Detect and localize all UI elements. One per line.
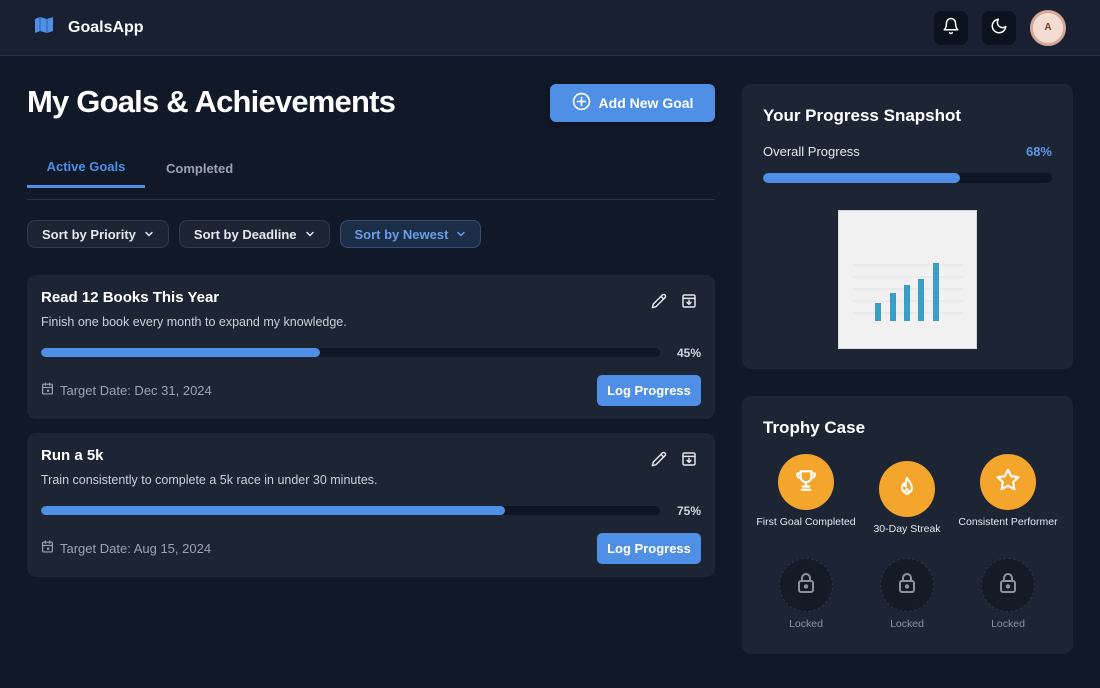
goal-target-date: Target Date: Aug 15, 2024 [41, 540, 211, 556]
chevron-down-icon [144, 227, 154, 242]
sort-by-deadline-button[interactable]: Sort by Deadline [178, 220, 330, 248]
sort-by-priority-button[interactable]: Sort by Priority [27, 220, 169, 248]
trophy-label: First Goal Completed [756, 516, 856, 528]
chevron-down-icon [456, 227, 466, 242]
trophy-label: Locked [890, 618, 924, 630]
sort-label: Sort by Deadline [193, 226, 297, 242]
overall-progress-bar [763, 173, 1052, 183]
trophy-badge [880, 558, 934, 612]
trophy-label: Locked [991, 618, 1025, 630]
lock-icon [996, 570, 1020, 601]
trophy-case-title: Trophy Case [763, 418, 866, 437]
goal-target-date: Target Date: Dec 31, 2024 [41, 382, 212, 398]
trophy-item-locked: Locked [958, 558, 1058, 632]
trophy-item-locked: Locked [756, 558, 856, 632]
goal-tabs: Active Goals Completed [27, 148, 715, 200]
calendar-icon [41, 382, 54, 398]
trophy-item[interactable]: First Goal Completed [756, 454, 856, 530]
trophy-badge [879, 461, 935, 517]
theme-toggle-button[interactable] [982, 10, 1016, 45]
goal-card: Run a 5k Train consistently to complete … [27, 433, 715, 577]
bell-icon [942, 17, 960, 38]
pencil-icon[interactable] [651, 451, 667, 472]
goal-progress-fill [41, 506, 506, 515]
top-bar: GoalsApp A [0, 0, 1100, 56]
flame-icon [895, 474, 919, 505]
archive-icon[interactable] [681, 451, 697, 472]
avatar[interactable]: A [1030, 9, 1066, 46]
sort-label: Sort by Priority [42, 226, 136, 242]
lock-icon [895, 570, 919, 601]
avatar-initial: A [1044, 22, 1052, 33]
star-icon [995, 467, 1021, 498]
trophy-item[interactable]: 30-Day Streak [857, 461, 957, 537]
bar-chart-icon [838, 210, 977, 349]
log-progress-button[interactable]: Log Progress [597, 533, 701, 564]
add-new-goal-label: Add New Goal [598, 95, 694, 111]
calendar-icon [41, 540, 54, 556]
pencil-icon[interactable] [651, 293, 667, 314]
tab-active-goals[interactable]: Active Goals [27, 148, 145, 188]
goal-progress-bar [41, 506, 660, 515]
map-icon [34, 16, 54, 39]
snapshot-title: Your Progress Snapshot [763, 106, 962, 125]
plus-circle-icon [572, 92, 591, 114]
trophy-item[interactable]: Consistent Performer [958, 454, 1058, 530]
goal-description: Finish one book every month to expand my… [41, 315, 347, 329]
add-new-goal-button[interactable]: Add New Goal [550, 84, 715, 122]
notifications-button[interactable] [934, 10, 968, 45]
sort-options: Sort by Priority Sort by Deadline Sort b… [27, 220, 482, 248]
trophy-label: 30-Day Streak [873, 523, 941, 535]
trophy-item-locked: Locked [857, 558, 957, 632]
sort-by-newest-button[interactable]: Sort by Newest [339, 220, 482, 248]
archive-icon[interactable] [681, 293, 697, 314]
brand[interactable]: GoalsApp [34, 16, 144, 39]
goal-title: Read 12 Books This Year [41, 289, 220, 306]
sort-label: Sort by Newest [354, 226, 449, 242]
trophy-label: Consistent Performer [958, 516, 1058, 528]
goal-description: Train consistently to complete a 5k race… [41, 473, 378, 487]
overall-progress-percent: 68% [1025, 144, 1052, 159]
page-title: My Goals & Achievements [27, 84, 396, 119]
moon-icon [990, 17, 1008, 38]
overall-progress-label: Overall Progress [763, 144, 860, 159]
chevron-down-icon [305, 227, 315, 242]
overall-progress-fill [763, 173, 960, 183]
trophy-badge [778, 454, 834, 510]
trophy-case-panel: Trophy Case First Goal Completed 30-Day … [742, 396, 1073, 654]
target-date-text: Target Date: Dec 31, 2024 [60, 382, 212, 398]
tab-completed[interactable]: Completed [145, 148, 254, 188]
goal-progress-percent: 45% [676, 346, 701, 360]
goal-progress-bar [41, 348, 660, 357]
goal-title: Run a 5k [41, 447, 104, 464]
goal-card: Read 12 Books This Year Finish one book … [27, 275, 715, 419]
lock-icon [794, 570, 818, 601]
target-date-text: Target Date: Aug 15, 2024 [60, 540, 212, 556]
app-title: GoalsApp [68, 18, 144, 36]
goal-progress-percent: 75% [676, 504, 701, 518]
trophy-badge [981, 558, 1035, 612]
trophy-icon [793, 467, 819, 498]
trophy-badge [779, 558, 833, 612]
goal-progress-fill [41, 348, 320, 357]
log-progress-button[interactable]: Log Progress [597, 375, 701, 406]
trophy-badge [980, 454, 1036, 510]
trophy-label: Locked [789, 618, 823, 630]
progress-snapshot-panel: Your Progress Snapshot Overall Progress … [742, 84, 1073, 369]
